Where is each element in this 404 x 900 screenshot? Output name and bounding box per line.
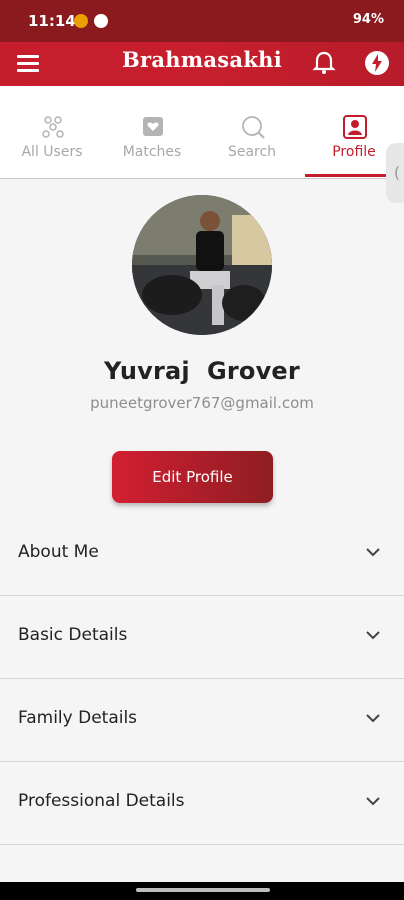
section-basic-details[interactable]: Basic Details (0, 596, 404, 679)
bolt-icon[interactable] (365, 51, 389, 75)
profile-email: puneetgrover767@gmail.com (90, 394, 314, 412)
section-label: Professional Details (18, 791, 185, 811)
section-family-details[interactable]: Family Details (0, 679, 404, 762)
play-icon (94, 14, 108, 28)
tab-all-users[interactable]: All Users (2, 86, 102, 176)
section-professional-details[interactable]: Professional Details (0, 762, 404, 845)
status-bar: 11:14 94% (0, 0, 404, 42)
notification-dot-icon (74, 14, 88, 28)
tab-bar: All Users Matches Search Profile (0, 86, 404, 179)
brand-title: Brahmasakhi (121, 47, 283, 72)
search-icon (240, 114, 266, 140)
profile-icon (342, 114, 368, 140)
chevron-down-icon (366, 714, 380, 723)
tab-search[interactable]: Search (202, 86, 302, 176)
chevron-down-icon (366, 548, 380, 557)
side-drawer-handle[interactable]: ( (386, 143, 404, 203)
app-header: Brahmasakhi (0, 42, 404, 86)
edit-profile-button[interactable]: Edit Profile (112, 451, 273, 503)
battery-text: 94% (352, 12, 384, 27)
profile-name: Yuvraj Grover (104, 357, 300, 385)
section-label: Family Details (18, 708, 138, 728)
tab-matches[interactable]: Matches (102, 86, 202, 176)
active-tab-indicator (305, 174, 387, 177)
bell-icon[interactable] (312, 50, 336, 76)
home-gesture-pill[interactable] (136, 888, 270, 892)
chevron-down-icon (366, 631, 380, 640)
system-navigation-bar (0, 882, 404, 900)
section-label: Basic Details (18, 625, 128, 645)
users-icon (40, 114, 66, 140)
heart-badge-icon (140, 114, 166, 140)
tab-label: All Users (21, 144, 83, 160)
section-label: About Me (18, 542, 99, 562)
section-about-me[interactable]: About Me (0, 513, 404, 596)
tab-label: Matches (122, 144, 182, 160)
status-time: 11:14 (28, 12, 76, 30)
tab-label: Search (227, 144, 277, 160)
avatar[interactable] (132, 195, 272, 335)
chevron-down-icon (366, 797, 380, 806)
